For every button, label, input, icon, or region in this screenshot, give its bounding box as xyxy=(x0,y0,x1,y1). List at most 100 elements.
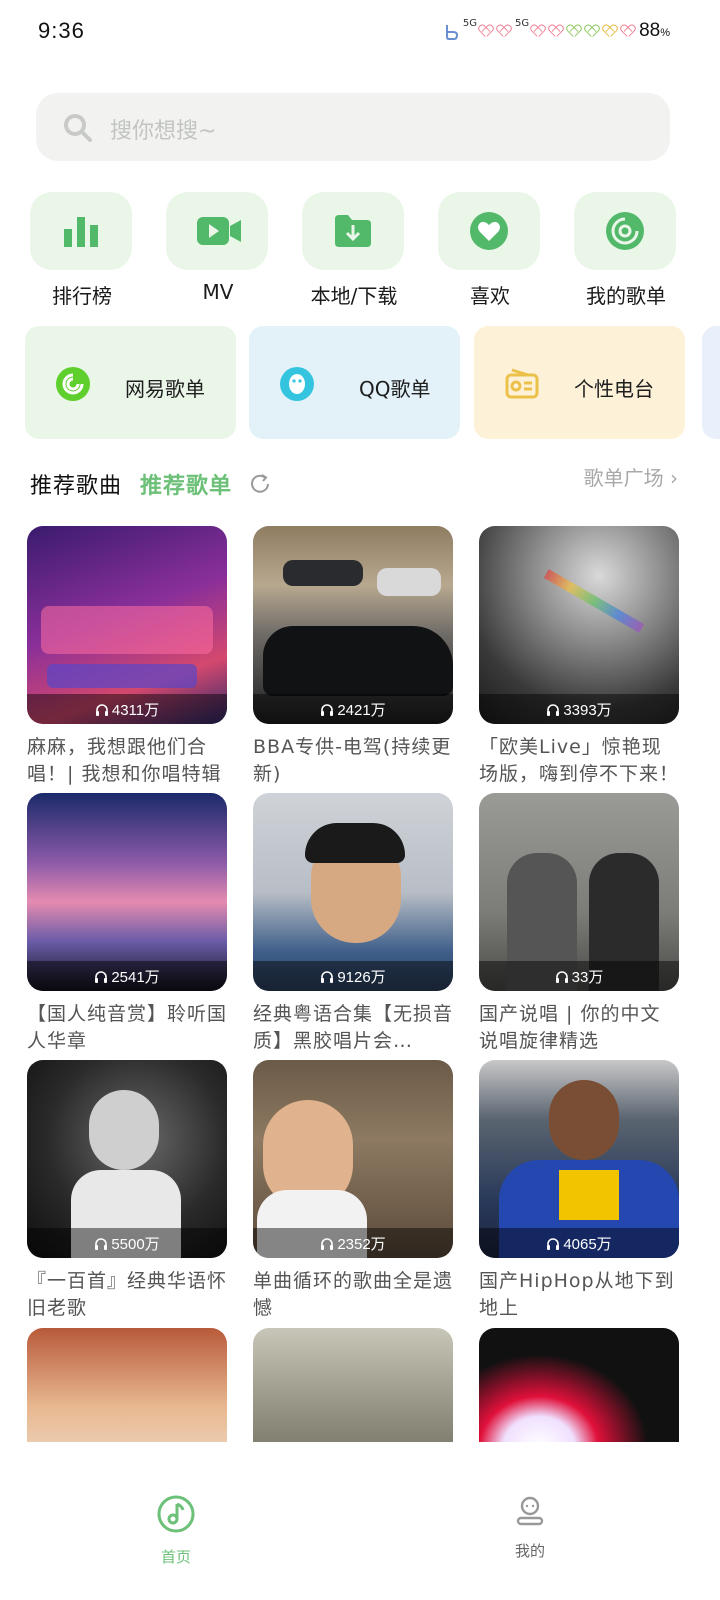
card-radio[interactable]: 个性电台 xyxy=(474,326,685,439)
quick-myplaylist[interactable]: 我的歌单 xyxy=(574,192,678,309)
card-label: QQ歌单 xyxy=(359,377,431,401)
headphones-icon xyxy=(321,704,334,716)
section-header: 推荐歌曲 推荐歌单 歌单广场 › xyxy=(30,466,690,500)
signal-heart-icon xyxy=(549,24,563,38)
playlist-cover[interactable]: 4311万 xyxy=(27,526,227,724)
heart-icon xyxy=(470,212,508,250)
headphones-icon xyxy=(95,704,108,716)
quick-label: 我的歌单 xyxy=(586,284,666,308)
radio-icon xyxy=(505,368,539,399)
wifi-heart-icon xyxy=(585,24,599,38)
refresh-icon[interactable] xyxy=(248,472,272,496)
playlist-card[interactable]: 2541万 【国人纯音赏】聆听国人华章 xyxy=(27,793,227,1055)
playlist-cover[interactable]: 2352万 xyxy=(253,1060,453,1258)
quick-like[interactable]: 喜欢 xyxy=(438,192,542,309)
card-label: 个性电台 xyxy=(574,377,654,401)
mv-tile[interactable] xyxy=(166,192,268,270)
playlist-card[interactable]: 5500万 『一百首』经典华语怀旧老歌 xyxy=(27,1060,227,1322)
card-next-peek[interactable] xyxy=(702,326,720,439)
playlist-cover[interactable]: 4065万 xyxy=(479,1060,679,1258)
status-icons: 5G 5G 88% xyxy=(445,18,670,44)
playlist-card[interactable]: 4065万 国产HipHop从地下到地上 xyxy=(479,1060,679,1322)
playlist-card[interactable]: 4311万 麻麻，我想跟他们合唱！| 我想和你唱特辑 xyxy=(27,526,227,788)
card-netease[interactable]: 网易歌单 xyxy=(25,326,236,439)
headphones-icon xyxy=(321,1238,334,1250)
search-input[interactable]: 搜你想搜~ xyxy=(110,113,216,145)
myplaylist-tile[interactable] xyxy=(574,192,676,270)
playlist-title[interactable]: 【国人纯音赏】聆听国人华章 xyxy=(27,1001,227,1055)
rank-tile[interactable] xyxy=(30,192,132,270)
folder-download-icon xyxy=(335,215,371,247)
playlist-title[interactable]: 国产HipHop从地下到地上 xyxy=(479,1268,679,1322)
wifi-heart-icon xyxy=(567,24,581,38)
playlist-title[interactable]: 国产说唱 | 你的中文说唱旋律精选 xyxy=(479,1001,679,1055)
playlist-title[interactable]: 单曲循环的歌曲全是遗憾 xyxy=(253,1268,453,1322)
playlist-title[interactable]: 麻麻，我想跟他们合唱！| 我想和你唱特辑 xyxy=(27,734,227,788)
status-time: 9:36 xyxy=(38,18,85,43)
quick-local[interactable]: 本地/下载 xyxy=(302,192,406,309)
playlist-card[interactable]: 9126万 经典粤语合集【无损音质】黑胶唱片会… xyxy=(253,793,453,1055)
search-icon xyxy=(64,114,92,142)
playlist-card[interactable]: 3393万 「欧美Live」惊艳现场版，嗨到停不下来！ xyxy=(479,526,679,788)
quick-label: 本地/下载 xyxy=(310,284,398,308)
playlist-cover[interactable]: 3393万 xyxy=(479,526,679,724)
disc-icon xyxy=(606,212,644,250)
quick-label: MV xyxy=(202,280,234,304)
playlist-title[interactable]: BBA专供-电驾(持续更新) xyxy=(253,734,453,788)
card-qq[interactable]: QQ歌单 xyxy=(249,326,460,439)
playlist-cover[interactable]: 5500万 xyxy=(27,1060,227,1258)
tab-mine[interactable]: 我的 xyxy=(470,1494,590,1561)
music-disc-icon xyxy=(157,1495,195,1533)
playlist-card[interactable]: 2421万 BBA专供-电驾(持续更新) xyxy=(253,526,453,788)
play-count: 3393万 xyxy=(479,699,679,720)
playlist-cover[interactable]: 33万 xyxy=(479,793,679,991)
playlist-card[interactable]: 2352万 单曲循环的歌曲全是遗憾 xyxy=(253,1060,453,1322)
battery-level: 88% xyxy=(639,20,670,41)
playlist-cover[interactable]: 2421万 xyxy=(253,526,453,724)
like-tile[interactable] xyxy=(438,192,540,270)
quick-rank[interactable]: 排行榜 xyxy=(30,192,134,309)
signal-heart-icon xyxy=(497,24,511,38)
play-count: 9126万 xyxy=(253,966,453,987)
playlist-title[interactable]: 「欧美Live」惊艳现场版，嗨到停不下来！ xyxy=(479,734,679,788)
local-tile[interactable] xyxy=(302,192,404,270)
headphones-icon xyxy=(555,971,568,983)
headphones-icon xyxy=(95,1238,108,1250)
playlist-title[interactable]: 『一百首』经典华语怀旧老歌 xyxy=(27,1268,227,1322)
tab-label: 我的 xyxy=(514,1542,545,1560)
quick-label: 排行榜 xyxy=(52,284,112,308)
card-label: 网易歌单 xyxy=(125,377,205,401)
qq-penguin-icon xyxy=(280,367,314,401)
user-icon xyxy=(516,1496,544,1526)
quick-label: 喜欢 xyxy=(470,284,510,308)
play-count: 4065万 xyxy=(479,1233,679,1254)
netease-icon xyxy=(56,367,90,401)
bottom-nav: 首页 我的 xyxy=(0,1442,720,1600)
battery-heart-icon xyxy=(621,24,635,38)
play-count: 4311万 xyxy=(27,699,227,720)
tab-label: 首页 xyxy=(160,1548,191,1566)
status-bar: 9:36 5G 5G 88% xyxy=(0,0,720,62)
play-count: 2421万 xyxy=(253,699,453,720)
tab-recommended-playlists[interactable]: 推荐歌单 xyxy=(140,468,232,500)
signal-heart-icon xyxy=(531,24,545,38)
headphones-icon xyxy=(547,1238,560,1250)
playlist-cover[interactable]: 2541万 xyxy=(27,793,227,991)
video-icon xyxy=(197,217,241,245)
play-count: 33万 xyxy=(479,966,679,987)
headphones-icon xyxy=(95,971,108,983)
search-bar[interactable]: 搜你想搜~ xyxy=(36,93,670,161)
signal-heart-icon xyxy=(479,24,493,38)
quick-mv[interactable]: MV xyxy=(166,192,270,304)
headphones-icon xyxy=(547,704,560,716)
bluetooth-icon xyxy=(445,25,458,40)
playlist-card[interactable]: 33万 国产说唱 | 你的中文说唱旋律精选 xyxy=(479,793,679,1055)
playlist-square-link[interactable]: 歌单广场 › xyxy=(584,462,678,491)
quick-actions: 排行榜 MV 本地/下载 喜欢 我的歌单 xyxy=(0,192,720,312)
tab-recommended-songs[interactable]: 推荐歌曲 xyxy=(30,468,122,500)
tab-home[interactable]: 首页 xyxy=(116,1494,236,1567)
play-count: 2541万 xyxy=(27,966,227,987)
playlist-cover[interactable]: 9126万 xyxy=(253,793,453,991)
playlist-title[interactable]: 经典粤语合集【无损音质】黑胶唱片会… xyxy=(253,1001,453,1055)
signal-label-1: 5G xyxy=(462,18,477,29)
